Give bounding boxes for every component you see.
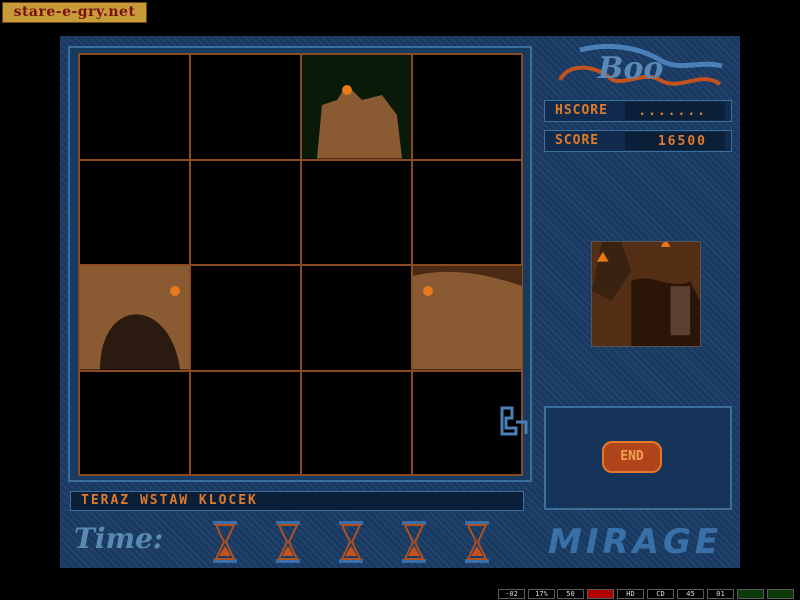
hscore-row: HSCORE ....... [544, 100, 732, 122]
puzzle-cell[interactable] [412, 54, 523, 160]
placed-tile [413, 266, 522, 370]
score-label: SCORE [555, 133, 600, 148]
boo-logo: Boo [558, 43, 723, 86]
puzzle-cell[interactable] [79, 159, 190, 265]
svg-text:Boo: Boo [597, 51, 663, 86]
puzzle-cell[interactable] [79, 54, 190, 160]
puzzle-cell[interactable] [190, 54, 301, 160]
puzzle-cell[interactable] [301, 265, 412, 371]
hourglass-icon [402, 521, 426, 563]
hscore-label: HSCORE [555, 103, 608, 118]
mirage-logo: MIRAGE [548, 522, 723, 562]
puzzle-cell[interactable] [301, 370, 412, 476]
placed-tile [80, 266, 189, 370]
puzzle-board[interactable] [78, 53, 523, 476]
score-row: SCORE 16500 [544, 130, 732, 152]
status-indicator [767, 589, 794, 599]
next-piece-preview [591, 241, 701, 347]
hourglass-icon [276, 521, 300, 563]
hourglass-icon [213, 521, 237, 563]
hourglass-icon [465, 521, 489, 563]
status-message: TERAZ WSTAW KLOCEK [70, 491, 524, 511]
puzzle-cell[interactable] [301, 54, 412, 160]
hourglass-icon [339, 521, 363, 563]
placed-tile [302, 55, 411, 159]
end-button[interactable]: END [602, 441, 662, 473]
status-indicator: -02 [498, 589, 525, 599]
watermark-logo: stare-e-gry.net [2, 2, 147, 23]
puzzle-cell[interactable] [79, 265, 190, 371]
puzzle-cell[interactable] [412, 159, 523, 265]
puzzle-cell[interactable] [79, 370, 190, 476]
puzzle-cell[interactable] [412, 265, 523, 371]
status-indicator: 17% [528, 589, 555, 599]
boo-mini-icon [500, 406, 528, 436]
status-indicator: CD [647, 589, 674, 599]
puzzle-cell[interactable] [301, 159, 412, 265]
status-indicator [587, 589, 614, 599]
time-label: Time: [74, 522, 164, 555]
score-value: 16500 [625, 132, 725, 150]
status-indicator: HD [617, 589, 644, 599]
puzzle-cell[interactable] [190, 159, 301, 265]
puzzle-cell[interactable] [190, 265, 301, 371]
status-indicator: 01 [707, 589, 734, 599]
status-indicator: 45 [677, 589, 704, 599]
puzzle-cell[interactable] [190, 370, 301, 476]
hscore-value: ....... [625, 102, 725, 120]
status-indicator [737, 589, 764, 599]
status-indicator: 50 [557, 589, 584, 599]
